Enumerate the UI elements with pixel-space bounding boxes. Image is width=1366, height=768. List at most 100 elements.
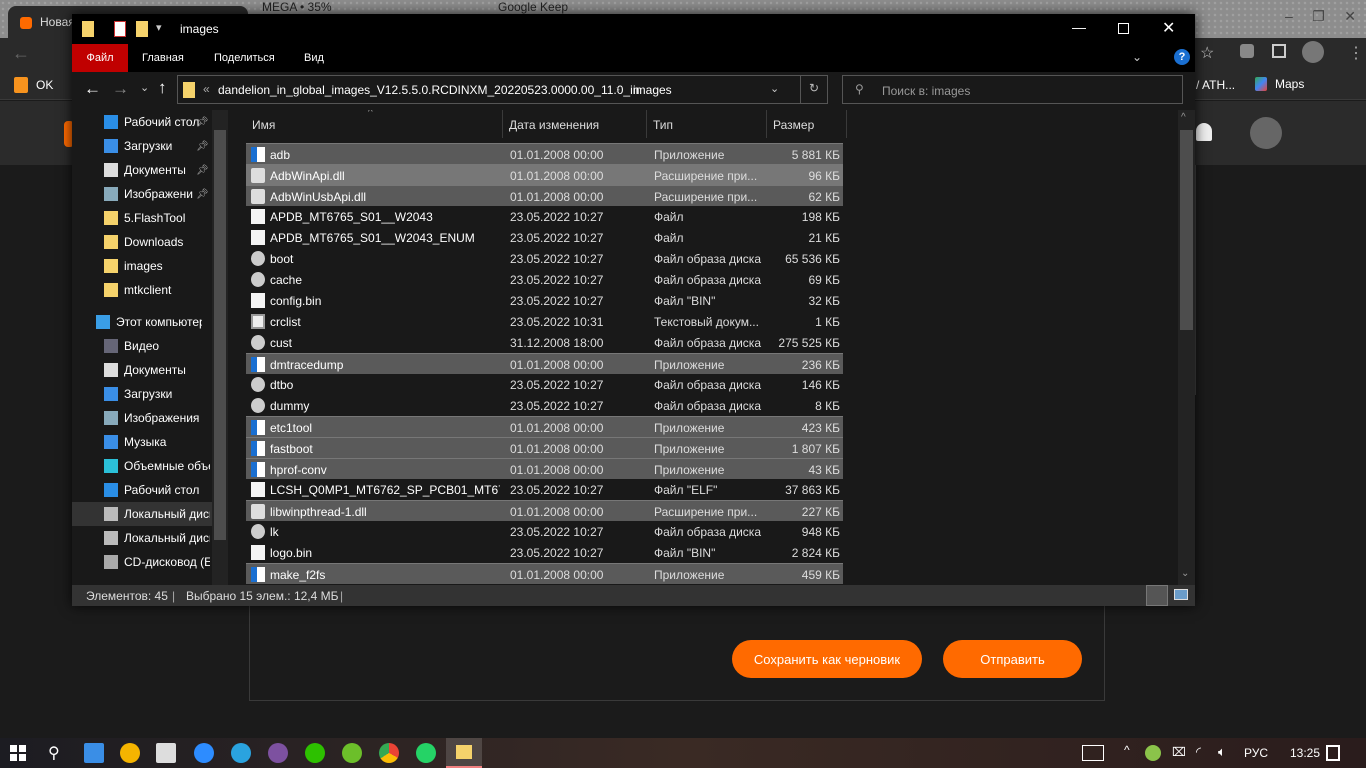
bell-icon[interactable] bbox=[1196, 123, 1212, 141]
zoom-icon[interactable] bbox=[194, 743, 214, 763]
scroll-down-icon[interactable]: ⌄ bbox=[1181, 568, 1189, 579]
nav-item[interactable]: Изображени 📌︎ bbox=[72, 182, 212, 206]
nav-item[interactable]: Загрузки 📌︎ bbox=[72, 134, 212, 158]
help-icon[interactable]: ? bbox=[1174, 49, 1190, 65]
file-row[interactable]: crclist 23.05.2022 10:31 Текстовый докум… bbox=[246, 311, 843, 332]
send-button[interactable]: Отправить bbox=[943, 640, 1082, 678]
nav-item[interactable]: Изображения bbox=[72, 406, 212, 430]
expand-ribbon-icon[interactable]: ⌄ bbox=[1132, 50, 1142, 64]
pin-icon[interactable]: 📌︎ bbox=[196, 165, 209, 176]
desktop-app-icon[interactable] bbox=[84, 743, 104, 763]
whatsapp-icon[interactable] bbox=[416, 743, 436, 763]
menu-icon[interactable]: ⋮ bbox=[1348, 43, 1364, 63]
file-explorer-taskbar-button[interactable] bbox=[446, 738, 482, 768]
column-size[interactable]: Размер bbox=[767, 110, 847, 138]
nav-item[interactable]: Документы 📌︎ bbox=[72, 158, 212, 182]
tab-view[interactable]: Вид bbox=[290, 44, 338, 72]
star-icon[interactable]: ☆ bbox=[1200, 43, 1214, 63]
file-list-scrollbar[interactable]: ^ ⌄ bbox=[1178, 110, 1195, 585]
file-row[interactable]: etc1tool 01.01.2008 00:00 Приложение 423… bbox=[246, 416, 843, 437]
file-row[interactable]: dtbo 23.05.2022 10:27 Файл образа диска … bbox=[246, 374, 843, 395]
chrome-icon[interactable] bbox=[379, 743, 399, 763]
scroll-up-icon[interactable]: ^ bbox=[1181, 112, 1186, 123]
column-date[interactable]: Дата изменения bbox=[503, 110, 647, 138]
overflow-chevron[interactable]: « bbox=[203, 82, 210, 96]
details-view-icon[interactable] bbox=[1146, 585, 1168, 606]
breadcrumb-item[interactable]: images bbox=[633, 83, 672, 97]
file-row[interactable]: make_f2fs 01.01.2008 00:00 Приложение 45… bbox=[246, 563, 843, 584]
file-row[interactable]: fastboot 01.01.2008 00:00 Приложение 1 8… bbox=[246, 437, 843, 458]
nav-scrollbar[interactable] bbox=[212, 110, 228, 585]
bookmark[interactable]: / ATH... bbox=[1196, 78, 1235, 92]
file-row[interactable]: cust 31.12.2008 18:00 Файл образа диска … bbox=[246, 332, 843, 353]
viber-icon[interactable] bbox=[268, 743, 288, 763]
user-avatar[interactable] bbox=[1250, 117, 1282, 149]
profile-avatar[interactable] bbox=[1302, 41, 1324, 63]
breadcrumb-item[interactable]: dandelion_in_global_images_V12.5.5.0.RCD… bbox=[218, 83, 639, 97]
search-input[interactable]: ⚲ Поиск в: images bbox=[842, 75, 1183, 104]
nav-item[interactable]: CD-дисковод (E:) bbox=[72, 550, 212, 574]
pin-icon[interactable]: 📌︎ bbox=[196, 117, 209, 128]
file-row[interactable]: dmtracedump 01.01.2008 00:00 Приложение … bbox=[246, 353, 843, 374]
file-row[interactable]: boot 23.05.2022 10:27 Файл образа диска … bbox=[246, 248, 843, 269]
new-folder-icon[interactable] bbox=[136, 21, 148, 37]
utorrent-icon[interactable] bbox=[342, 743, 362, 763]
nav-item[interactable]: Этот компьютер bbox=[72, 310, 212, 334]
show-hidden-icons[interactable]: ^ bbox=[1124, 743, 1130, 757]
file-row[interactable]: config.bin 23.05.2022 10:27 Файл "BIN" 3… bbox=[246, 290, 843, 311]
telegram-icon[interactable] bbox=[231, 743, 251, 763]
nav-item[interactable]: Downloads bbox=[72, 230, 212, 254]
nav-item[interactable]: images bbox=[72, 254, 212, 278]
bookmark-maps[interactable]: Maps bbox=[1255, 77, 1304, 91]
wifi-icon[interactable]: ◜ bbox=[1196, 744, 1201, 760]
volume-icon[interactable]: 🔈︎ bbox=[1218, 744, 1226, 760]
minimize-button[interactable]: — bbox=[1072, 19, 1086, 35]
tab-file[interactable]: Файл bbox=[72, 44, 128, 72]
file-row[interactable]: AdbWinApi.dll 01.01.2008 00:00 Расширени… bbox=[246, 164, 843, 185]
nav-item[interactable]: Локальный диск (C:) bbox=[72, 502, 212, 526]
nav-item[interactable]: Загрузки bbox=[72, 382, 212, 406]
scrollbar-thumb[interactable] bbox=[1180, 130, 1193, 330]
scrollbar-thumb[interactable] bbox=[214, 130, 226, 540]
start-icon[interactable] bbox=[10, 745, 26, 761]
nav-item[interactable]: 5.FlashTool bbox=[72, 206, 212, 230]
file-row[interactable]: logo.bin 23.05.2022 10:27 Файл "BIN" 2 8… bbox=[246, 542, 843, 563]
wechat-icon[interactable] bbox=[305, 743, 325, 763]
forward-icon[interactable]: → bbox=[112, 79, 129, 99]
bookmark-ok[interactable]: OK bbox=[14, 77, 53, 93]
large-icons-view-icon[interactable] bbox=[1174, 589, 1188, 600]
side-panel-icon[interactable] bbox=[1272, 44, 1286, 58]
nav-item[interactable]: mtkclient bbox=[72, 278, 212, 302]
network-icon[interactable]: ⌧ bbox=[1172, 745, 1186, 759]
search-icon[interactable]: ⚲ bbox=[48, 743, 60, 763]
file-row[interactable]: lk 23.05.2022 10:27 Файл образа диска 94… bbox=[246, 521, 843, 542]
extensions-icon[interactable] bbox=[1240, 44, 1254, 58]
nav-item[interactable]: Музыка bbox=[72, 430, 212, 454]
store-icon[interactable] bbox=[156, 743, 176, 763]
file-row[interactable]: LCSH_Q0MP1_MT6762_SP_PCB01_MT676... 23.0… bbox=[246, 479, 843, 500]
nav-item[interactable]: Объемные объекты bbox=[72, 454, 212, 478]
tray-app-icon[interactable] bbox=[1145, 745, 1161, 761]
properties-icon[interactable] bbox=[114, 21, 126, 37]
back-icon[interactable]: ← bbox=[84, 79, 101, 99]
file-row[interactable]: libwinpthread-1.dll 01.01.2008 00:00 Рас… bbox=[246, 500, 843, 521]
file-row[interactable]: adb 01.01.2008 00:00 Приложение 5 881 КБ bbox=[246, 143, 843, 164]
news-widget-icon[interactable] bbox=[1082, 745, 1104, 761]
file-row[interactable]: cache 23.05.2022 10:27 Файл образа диска… bbox=[246, 269, 843, 290]
nav-item[interactable]: Видео bbox=[72, 334, 212, 358]
language-indicator[interactable]: РУС bbox=[1244, 746, 1268, 760]
save-draft-button[interactable]: Сохранить как черновик bbox=[732, 640, 922, 678]
address-dropdown-icon[interactable]: ⌄ bbox=[770, 82, 779, 95]
nav-item[interactable]: Рабочий стол bbox=[72, 478, 212, 502]
nav-item[interactable]: Локальный диск (D:) bbox=[72, 526, 212, 550]
clock[interactable]: 13:25 bbox=[1290, 746, 1320, 760]
maximize-button[interactable] bbox=[1118, 23, 1129, 34]
file-row[interactable]: AdbWinUsbApi.dll 01.01.2008 00:00 Расшир… bbox=[246, 185, 843, 206]
app-icon[interactable] bbox=[120, 743, 140, 763]
notifications-icon[interactable] bbox=[1326, 745, 1340, 761]
close-button[interactable]: ✕ bbox=[1162, 18, 1175, 38]
file-row[interactable]: hprof-conv 01.01.2008 00:00 Приложение 4… bbox=[246, 458, 843, 479]
file-row[interactable]: dummy 23.05.2022 10:27 Файл образа диска… bbox=[246, 395, 843, 416]
pin-icon[interactable]: 📌︎ bbox=[196, 189, 209, 200]
recent-locations-icon[interactable]: ⌄ bbox=[140, 81, 149, 94]
